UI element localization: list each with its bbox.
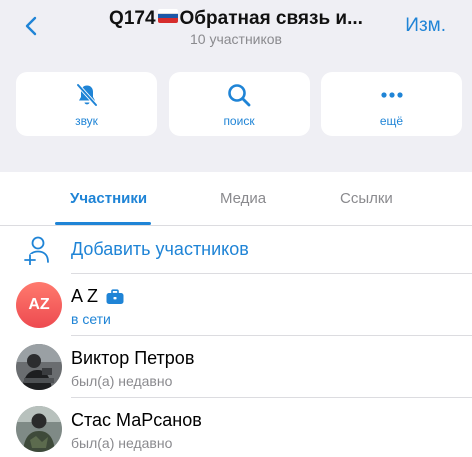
more-button[interactable]: ещё — [321, 72, 462, 136]
briefcase-icon — [106, 288, 124, 305]
active-tab-indicator — [55, 222, 151, 225]
tab-bar: Участники Медиа Ссылки — [0, 172, 472, 226]
title-text: Обратная связь и... — [179, 8, 363, 29]
avatar: AZ — [16, 282, 62, 328]
tab-members[interactable]: Участники — [70, 190, 147, 207]
member-name-text: A Z — [71, 286, 99, 306]
search-button[interactable]: поиск — [168, 72, 310, 136]
member-row[interactable]: AZ A Z в сети — [0, 274, 472, 336]
member-name: Виктор Петров — [71, 348, 195, 368]
tab-media[interactable]: Медиа — [220, 190, 266, 207]
member-status: был(а) недавно — [71, 435, 173, 451]
tab-links[interactable]: Ссылки — [340, 190, 393, 207]
header-area: Q174 Обратная связь и... 10 участников Из… — [0, 0, 472, 172]
member-status: был(а) недавно — [71, 373, 173, 389]
search-label: поиск — [223, 114, 255, 128]
mute-button[interactable]: звук — [16, 72, 157, 136]
member-name: A Z — [71, 286, 124, 307]
avatar — [16, 406, 62, 452]
member-count: 10 участников — [189, 31, 282, 47]
avatar — [16, 344, 62, 390]
add-person-icon — [24, 236, 49, 265]
action-buttons: звук поиск ещё — [16, 72, 462, 136]
add-members-row[interactable]: Добавить участников — [0, 226, 472, 274]
more-label: ещё — [379, 114, 404, 128]
mute-label: звук — [75, 114, 98, 128]
chat-title: Q174 Обратная связь и... — [0, 8, 472, 30]
add-members-label: Добавить участников — [71, 239, 249, 259]
title-prefix: Q174 — [109, 8, 156, 29]
search-icon — [228, 84, 251, 107]
more-icon — [380, 92, 403, 98]
edit-button[interactable]: Изм. — [405, 15, 446, 37]
member-row[interactable]: Стас МаРсанов был(а) недавно — [0, 398, 472, 457]
member-row[interactable]: Виктор Петров был(а) недавно — [0, 336, 472, 398]
member-name: Стас МаРсанов — [71, 410, 202, 430]
bell-slash-icon — [75, 83, 98, 107]
russia-flag-icon — [157, 9, 178, 23]
member-status: в сети — [71, 311, 111, 327]
